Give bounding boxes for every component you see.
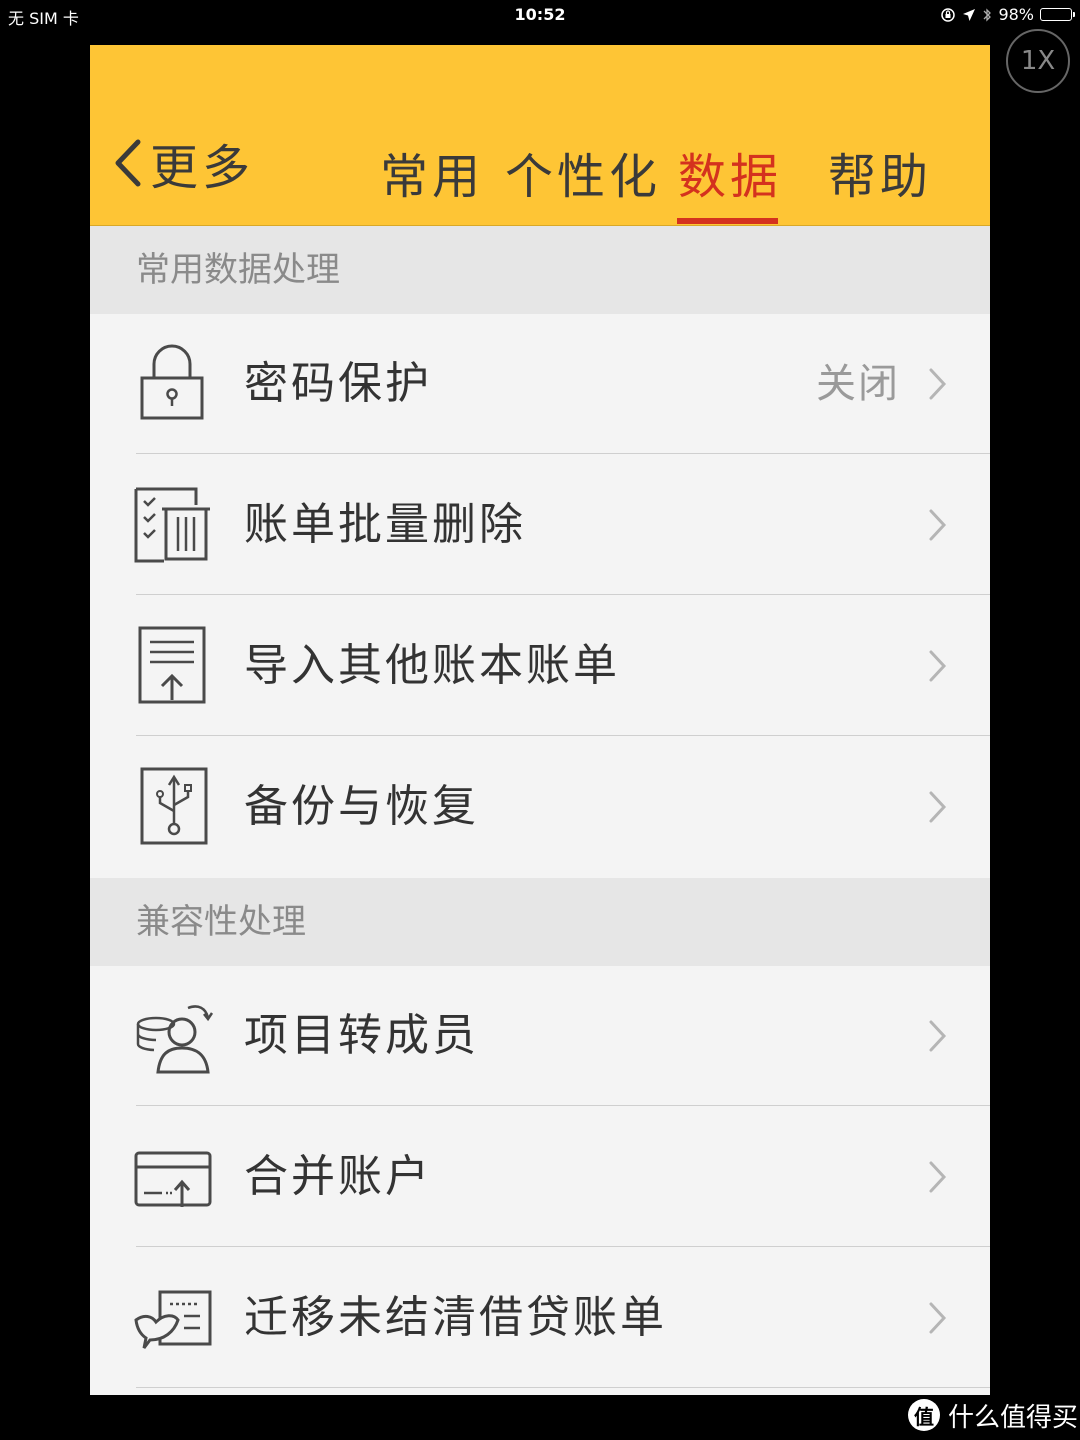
bluetooth-icon <box>983 7 992 22</box>
battery-percent: 98% <box>998 5 1034 24</box>
coins-to-person-icon <box>136 1005 214 1074</box>
tab-data[interactable]: 数据 <box>678 137 782 207</box>
battery-icon <box>1040 8 1075 21</box>
row-label: 迁移未结清借贷账单 <box>244 1292 667 1343</box>
merge-card-icon <box>134 1151 212 1207</box>
chevron-left-icon <box>115 139 141 187</box>
chevron-right-icon <box>929 650 947 682</box>
section-header-common-data: 常用数据处理 <box>90 226 990 314</box>
back-label: 更多 <box>150 140 255 196</box>
tab-help[interactable]: 帮助 <box>828 137 932 207</box>
row-password-protection[interactable]: 密码保护 关闭 <box>90 314 990 454</box>
lock-icon <box>140 344 204 420</box>
chevron-right-icon <box>929 1302 947 1334</box>
row-label: 密码保护 <box>244 358 432 409</box>
row-divider <box>136 1105 990 1106</box>
chevron-right-icon <box>929 1161 947 1193</box>
row-label: 账单批量删除 <box>244 499 526 550</box>
row-label: 合并账户 <box>244 1151 432 1202</box>
watermark-logo: 值 <box>908 1399 940 1431</box>
location-arrow-icon <box>963 8 976 21</box>
nav-bar: 更多 常用 个性化 数据 帮助 <box>90 45 990 226</box>
row-merge-accounts[interactable]: 合并账户 <box>90 1107 990 1247</box>
app-screen: 更多 常用 个性化 数据 帮助 常用数据处理 密码保护 关闭 账单批量删除 导入… <box>90 45 990 1395</box>
chevron-right-icon <box>929 1020 947 1052</box>
clock: 10:52 <box>514 5 566 24</box>
zoom-toggle-button[interactable]: 1X <box>1006 29 1070 93</box>
row-divider <box>136 453 990 454</box>
bird-document-icon <box>134 1290 212 1349</box>
row-migrate-loan-bills[interactable]: 迁移未结清借贷账单 <box>90 1248 990 1388</box>
watermark-text: 什么值得买 <box>948 1402 1079 1433</box>
chevron-right-icon <box>929 509 947 541</box>
row-backup-restore[interactable]: 备份与恢复 <box>90 737 990 877</box>
back-button[interactable]: 更多 <box>112 133 254 196</box>
orientation-lock-icon <box>941 7 956 22</box>
usb-backup-icon <box>140 767 208 845</box>
row-label: 项目转成员 <box>244 1010 479 1061</box>
row-value: 关闭 <box>816 361 900 407</box>
row-divider <box>136 1246 990 1247</box>
import-document-icon <box>138 626 206 704</box>
tab-personalize[interactable]: 个性化 <box>505 137 661 207</box>
checklist-trash-icon <box>134 487 210 563</box>
site-watermark: 值 什么值得买 <box>908 1395 1078 1435</box>
row-label: 备份与恢复 <box>244 781 479 832</box>
row-import-other-books[interactable]: 导入其他账本账单 <box>90 596 990 736</box>
row-batch-delete-bills[interactable]: 账单批量删除 <box>90 455 990 595</box>
status-icons: 98% <box>940 5 1075 24</box>
active-tab-indicator <box>677 218 778 224</box>
row-divider <box>136 735 990 736</box>
status-bar: 无 SIM 卡 10:52 98% <box>0 0 1080 30</box>
row-project-to-member[interactable]: 项目转成员 <box>90 966 990 1106</box>
section-header-compatibility: 兼容性处理 <box>90 878 990 966</box>
chevron-right-icon <box>929 791 947 823</box>
tab-common[interactable]: 常用 <box>380 137 484 207</box>
row-label: 导入其他账本账单 <box>244 640 620 691</box>
chevron-right-icon <box>929 368 947 400</box>
row-divider <box>136 594 990 595</box>
row-divider <box>136 1387 990 1388</box>
